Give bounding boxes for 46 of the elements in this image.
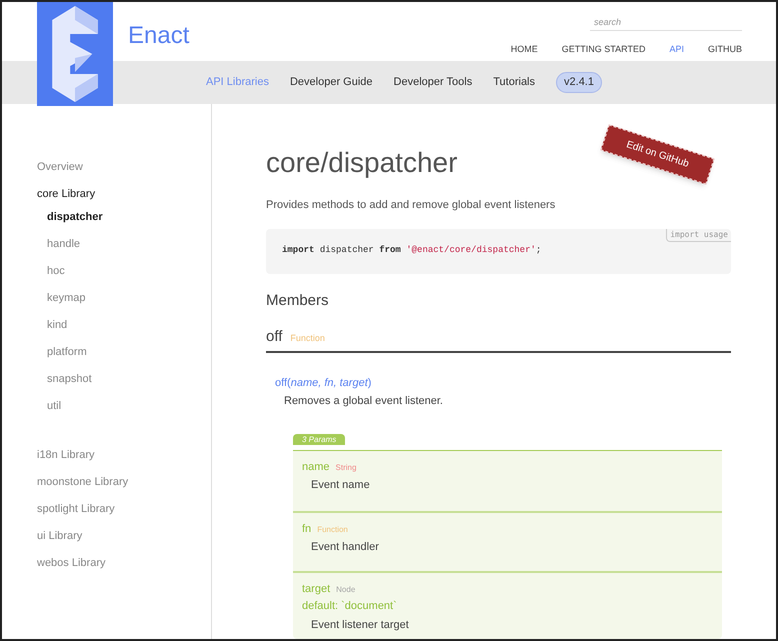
logo-icon: [37, 2, 113, 106]
sub-nav-link[interactable]: Tutorials: [493, 74, 536, 91]
sidebar-item[interactable]: spotlight Library: [37, 498, 211, 521]
members-heading: Members: [266, 290, 330, 310]
sub-nav-link[interactable]: API Libraries: [206, 74, 269, 91]
param-name: fn: [302, 522, 312, 536]
param-name: name: [302, 460, 330, 474]
param-description: Event name: [310, 478, 371, 493]
page-description: Provides methods to add and remove global event listeners: [266, 198, 556, 213]
sub-nav-link[interactable]: Developer Tools: [394, 74, 472, 91]
search-field[interactable]: search: [590, 16, 742, 30]
param-name: target: [302, 582, 330, 596]
sub-nav-link[interactable]: Developer Guide: [290, 74, 373, 91]
sidebar-item[interactable]: dispatcher: [37, 206, 211, 229]
param-description: Event handler: [310, 540, 380, 555]
sidebar-item[interactable]: util: [37, 395, 211, 418]
nav-link[interactable]: API: [669, 42, 684, 56]
sidebar-item[interactable]: handle: [37, 233, 211, 256]
param-type: Node: [336, 584, 356, 596]
nav-link[interactable]: GITHUB: [708, 42, 742, 56]
sidebar-item[interactable]: i18n Library: [37, 444, 211, 467]
function-signature: off(name, fn, target): [275, 376, 372, 390]
code-line: import dispatcher from '@enact/core/dispatcher';: [282, 244, 542, 258]
sidebar-item[interactable]: webos Library: [37, 552, 211, 575]
sidebar-item[interactable]: moonstone Library: [37, 471, 211, 494]
page-title: core/dispatcher: [266, 146, 458, 180]
sidebar-item[interactable]: snapshot: [37, 368, 211, 391]
sidebar-item[interactable]: kind: [37, 314, 211, 337]
nav-link[interactable]: GETTING STARTED: [562, 42, 646, 56]
sidebar-item[interactable]: keymap: [37, 287, 211, 310]
member-name: off: [266, 327, 282, 347]
function-description: Removes a global event listener.: [283, 394, 444, 409]
param-default: default: `document`: [302, 599, 398, 614]
brand-name[interactable]: Enact: [128, 18, 190, 54]
version-badge[interactable]: v2.4.1: [556, 72, 602, 93]
sidebar-item[interactable]: ui Library: [37, 525, 211, 548]
sidebar-item[interactable]: core Library: [37, 183, 211, 206]
member-type: Function: [290, 332, 325, 345]
sidebar-item[interactable]: platform: [37, 341, 211, 364]
edit-on-github-ribbon[interactable]: Edit on GitHub: [600, 124, 714, 184]
param-description: Event listener target: [310, 618, 410, 632]
param-type: Function: [317, 524, 348, 536]
param-type: String: [336, 462, 356, 474]
nav-link[interactable]: HOME: [510, 42, 538, 56]
sidebar-item[interactable]: hoc: [37, 260, 211, 283]
sidebar-item[interactable]: Overview: [37, 156, 211, 179]
